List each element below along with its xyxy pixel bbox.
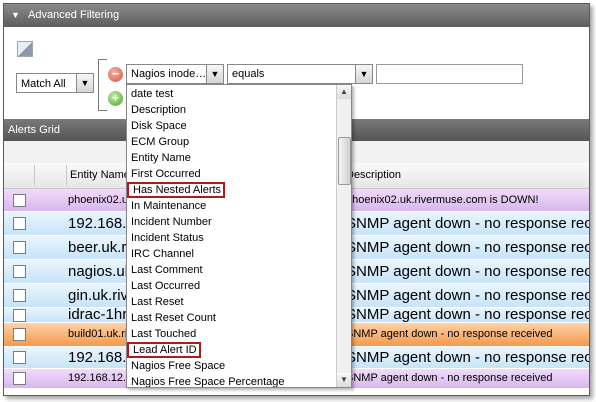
dropdown-item[interactable]: date test xyxy=(127,86,335,102)
description-cell: phoenix02.uk.rivermuse.com is DOWN! xyxy=(346,194,539,206)
filter-icon[interactable] xyxy=(17,41,33,57)
dropdown-item[interactable]: Last Touched xyxy=(127,326,335,342)
dropdown-item[interactable]: In Maintenance xyxy=(127,198,335,214)
column-entity-name[interactable]: Entity Name xyxy=(70,163,130,188)
entity-name-cell: 192.168. xyxy=(68,215,127,232)
description-cell: SNMP agent down - no response rece xyxy=(346,308,589,323)
description-cell: SNMP agent down - no response rece xyxy=(346,349,589,366)
chevron-down-icon[interactable]: ▼ xyxy=(355,65,372,83)
description-cell: SNMP agent down - no response rece xyxy=(346,263,589,280)
filter-value-input[interactable] xyxy=(376,64,523,84)
row-checkbox[interactable] xyxy=(13,309,26,322)
column-separator xyxy=(34,165,35,186)
column-separator xyxy=(66,165,67,186)
description-cell: SNMP agent down - no response received xyxy=(346,372,553,384)
row-checkbox[interactable] xyxy=(13,351,26,364)
description-cell: SNMP agent down - no response rece xyxy=(346,287,589,304)
row-checkbox[interactable] xyxy=(13,289,26,302)
description-cell: SNMP agent down - no response rece xyxy=(346,215,589,232)
dropdown-item[interactable]: IRC Channel xyxy=(127,246,335,262)
row-checkbox[interactable] xyxy=(13,241,26,254)
match-mode-value: Match All xyxy=(21,78,66,90)
dropdown-item[interactable]: ECM Group xyxy=(127,134,335,150)
dropdown-item[interactable]: Last Occurred xyxy=(127,278,335,294)
window-frame: ▼ Advanced Filtering Match All ▼ − + Nag… xyxy=(3,3,590,396)
entity-name-cell: 192.168.12. xyxy=(68,372,127,384)
dropdown-item[interactable]: Last Reset xyxy=(127,294,335,310)
dropdown-item[interactable]: First Occurred xyxy=(127,166,335,182)
operator-select-value: equals xyxy=(232,68,265,80)
dropdown-item[interactable]: Disk Space xyxy=(127,118,335,134)
scroll-down-icon[interactable]: ▼ xyxy=(337,373,351,387)
entity-name-cell: gin.uk.riv xyxy=(68,287,129,304)
dropdown-item[interactable]: Has Nested Alerts xyxy=(127,182,226,198)
entity-name-cell: phoenix02.u xyxy=(68,194,128,206)
dropdown-item[interactable]: Nagios Free Space xyxy=(127,358,335,374)
collapse-chevron-icon[interactable]: ▼ xyxy=(11,4,20,27)
add-condition-button[interactable]: + xyxy=(108,91,123,106)
description-cell: SNMP agent down - no response rece xyxy=(346,239,589,256)
chevron-down-icon[interactable]: ▼ xyxy=(206,65,223,83)
dropdown-item[interactable]: Nagios Free Space Percentage xyxy=(127,374,335,387)
dropdown-item[interactable]: Description xyxy=(127,102,335,118)
field-select-value: Nagios inode… xyxy=(131,68,207,80)
dropdown-scrollbar[interactable]: ▲ ▼ xyxy=(336,85,351,387)
column-description[interactable]: Description xyxy=(346,163,401,188)
remove-condition-button[interactable]: − xyxy=(108,67,123,82)
filter-group-bracket xyxy=(98,59,107,111)
row-checkbox[interactable] xyxy=(13,328,26,341)
chevron-down-icon[interactable]: ▼ xyxy=(76,74,93,92)
row-checkbox[interactable] xyxy=(13,372,26,385)
operator-select[interactable]: equals ▼ xyxy=(227,64,373,84)
entity-name-cell: nagios.ul xyxy=(68,263,129,280)
panel-title: Advanced Filtering xyxy=(28,9,120,21)
dropdown-item[interactable]: Incident Number xyxy=(127,214,335,230)
match-mode-select[interactable]: Match All ▼ xyxy=(16,73,94,93)
dropdown-item[interactable]: Last Reset Count xyxy=(127,310,335,326)
entity-name-cell: idrac-1hr xyxy=(68,308,128,323)
scroll-thumb[interactable] xyxy=(338,137,351,185)
entity-name-cell: 192.168. xyxy=(68,349,127,366)
row-checkbox[interactable] xyxy=(13,265,26,278)
advanced-filtering-header[interactable]: ▼ Advanced Filtering xyxy=(4,4,589,27)
description-cell: SNMP agent down - no response received xyxy=(346,328,553,340)
field-select[interactable]: Nagios inode… ▼ xyxy=(126,64,224,84)
dropdown-item[interactable]: Last Comment xyxy=(127,262,335,278)
field-dropdown-list[interactable]: date test Description Disk Space ECM Group E… xyxy=(126,84,352,388)
entity-name-cell: beer.uk.r xyxy=(68,239,127,256)
grid-title: Alerts Grid xyxy=(8,124,60,136)
dropdown-item[interactable]: Entity Name xyxy=(127,150,335,166)
dropdown-item[interactable]: Incident Status xyxy=(127,230,335,246)
scroll-up-icon[interactable]: ▲ xyxy=(337,85,351,99)
dropdown-item[interactable]: Lead Alert ID xyxy=(127,342,201,358)
row-checkbox[interactable] xyxy=(13,194,26,207)
row-checkbox[interactable] xyxy=(13,217,26,230)
entity-name-cell: build01.uk.ri xyxy=(68,328,128,340)
